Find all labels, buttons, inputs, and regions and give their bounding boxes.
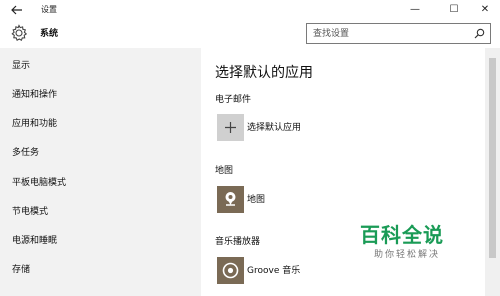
settings-header: 系统 [0, 20, 500, 48]
title-bar: 设置 — ☐ ✕ [0, 0, 500, 20]
app-name: 选择默认应用 [247, 123, 302, 133]
sidebar-item-label: 电源和睡眠 [12, 236, 58, 246]
sidebar-item-battery-saver[interactable]: 节电模式 [0, 197, 201, 226]
sidebar-item-label: 显示 [12, 61, 31, 71]
gear-icon [11, 24, 28, 41]
window-title: 设置 [41, 5, 57, 14]
search-box[interactable] [306, 23, 491, 44]
app-tile [217, 114, 244, 141]
sidebar-item-multitasking[interactable]: 多任务 [0, 138, 201, 167]
app-name: Groove 音乐 [247, 266, 301, 276]
sidebar-item-storage[interactable]: 存储 [0, 255, 201, 284]
maximize-button[interactable]: ☐ [447, 3, 461, 17]
minimize-button[interactable]: — [408, 3, 422, 17]
maps-icon [225, 192, 236, 206]
sidebar-item-label: 平板电脑模式 [12, 178, 67, 188]
app-tile [217, 257, 244, 284]
sidebar-item-tablet-mode[interactable]: 平板电脑模式 [0, 168, 201, 197]
scrollbar-thumb[interactable] [489, 58, 496, 258]
scrollbar[interactable] [485, 48, 500, 296]
watermark-subtitle: 助你轻松解决 [374, 250, 441, 260]
groove-music-icon [222, 262, 239, 279]
back-button[interactable] [10, 3, 26, 17]
category-label-email: 电子邮件 [215, 95, 252, 105]
watermark: 百科全说 助你轻松解决 [360, 222, 470, 272]
sidebar-item-notifications[interactable]: 通知和操作 [0, 80, 201, 109]
section-title: 系统 [40, 29, 59, 39]
sidebar-item-label: 节电模式 [12, 207, 49, 217]
sidebar: 显示 通知和操作 应用和功能 多任务 平板电脑模式 节电模式 电源和睡眠 存储 [0, 48, 201, 296]
page-title: 选择默认的应用 [215, 65, 313, 81]
plus-icon [225, 122, 236, 133]
sidebar-item-label: 通知和操作 [12, 90, 58, 100]
default-app-maps-button[interactable]: 地图 [215, 186, 415, 214]
search-icon[interactable] [474, 28, 485, 39]
app-name: 地图 [247, 195, 266, 205]
sidebar-item-power-sleep[interactable]: 电源和睡眠 [0, 226, 201, 255]
default-app-email-button[interactable]: 选择默认应用 [215, 114, 415, 142]
close-button[interactable]: ✕ [478, 3, 492, 17]
app-tile [217, 186, 244, 213]
search-input[interactable] [313, 27, 463, 41]
watermark-title: 百科全说 [360, 223, 444, 247]
category-label-maps: 地图 [215, 166, 234, 176]
sidebar-item-label: 应用和功能 [12, 119, 58, 129]
category-label-music: 音乐播放器 [215, 237, 261, 247]
sidebar-item-apps[interactable]: 应用和功能 [0, 109, 201, 138]
sidebar-item-display[interactable]: 显示 [0, 51, 201, 80]
sidebar-item-label: 存储 [12, 265, 31, 275]
back-arrow-icon [11, 5, 22, 15]
sidebar-item-label: 多任务 [12, 148, 40, 158]
